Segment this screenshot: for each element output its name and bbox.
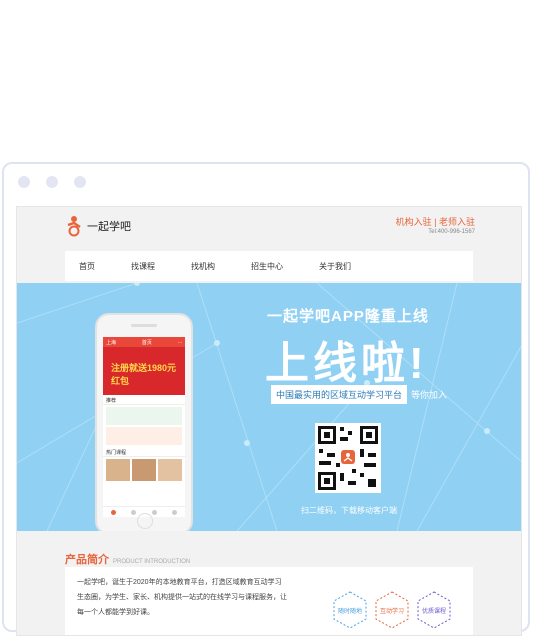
feature-label: 互动学习 — [379, 608, 404, 615]
site-header: 一起学吧 机构入驻 | 老师入驻 Tel:400-996-1567 — [17, 207, 521, 251]
feature-label: 随时随地 — [337, 608, 362, 615]
phone-home-button — [137, 513, 153, 529]
phone-row: 推荐 — [103, 395, 185, 405]
website-page: 一起学吧 机构入驻 | 老师入驻 Tel:400-996-1567 首页 找课程… — [16, 206, 522, 636]
nav-item-about[interactable]: 关于我们 — [319, 261, 351, 272]
header-phone: Tel:400-996-1567 — [428, 229, 475, 235]
header-links[interactable]: 机构入驻 | 老师入驻 — [396, 215, 475, 228]
phone-card — [106, 407, 182, 425]
phone-card — [106, 427, 182, 445]
nav-item-courses[interactable]: 找课程 — [131, 261, 155, 272]
qr-caption: 扫二维码，下载移动客户端 — [301, 506, 397, 515]
window-dot-minimize[interactable] — [46, 176, 58, 188]
phone-image — [132, 459, 156, 481]
phone-image — [106, 459, 130, 481]
product-intro-title: 产品简介 — [65, 554, 109, 566]
qr-code-icon — [318, 426, 378, 490]
feature-label: 优质课程 — [421, 608, 446, 615]
phone-red-banner: 注册就送1980元红包 — [103, 347, 185, 395]
phone-city: 上海 — [106, 340, 117, 346]
browser-frame: 一起学吧 机构入驻 | 老师入驻 Tel:400-996-1567 首页 找课程… — [2, 162, 530, 636]
main-nav: 首页 找课程 找机构 招生中心 关于我们 — [65, 251, 473, 281]
banner-subtitle-highlight: 中国最实用的区域互动学习平台 — [271, 385, 408, 404]
logo-icon — [67, 216, 81, 237]
banner-subtitle: 中国最实用的区域互动学习平台 等你加入 — [271, 385, 447, 404]
phone-row: 热门课程 — [103, 447, 185, 457]
qr-code[interactable] — [315, 423, 381, 493]
phone-tab-home-icon — [110, 509, 116, 515]
logo-text: 一起学吧 — [87, 221, 131, 233]
phone-image-row — [106, 459, 182, 481]
phone-screen: 上海 首页 ... 注册就送1980元红包 推荐 热门课程 — [103, 337, 185, 517]
nav-item-institutions[interactable]: 找机构 — [191, 261, 215, 272]
banner-subtitle-text: 等你加入 — [411, 390, 448, 400]
app-banner[interactable]: 上海 首页 ... 注册就送1980元红包 推荐 热门课程 一起学吧APP隆重上… — [17, 283, 521, 531]
banner-title: 一起学吧APP隆重上线 — [267, 308, 429, 325]
phone-tab-icon — [131, 509, 137, 515]
window-controls — [18, 176, 86, 188]
window-dot-close[interactable] — [18, 176, 30, 188]
phone-mockup: 上海 首页 ... 注册就送1980元红包 推荐 热门课程 — [95, 313, 193, 531]
phone-title: 首页 — [141, 340, 152, 346]
product-intro-title-en: PRODUCT INTRODUCTION — [113, 559, 191, 565]
phone-more: ... — [177, 339, 182, 345]
nav-item-enrollment[interactable]: 招生中心 — [251, 261, 283, 272]
product-intro-heading: 产品简介 PRODUCT INTRODUCTION — [65, 551, 190, 567]
nav-item-home[interactable]: 首页 — [79, 261, 95, 272]
banner-headline: 上线啦! — [265, 339, 428, 388]
phone-tab-icon — [151, 509, 157, 515]
feature-hex-3: 优质课程 — [417, 591, 451, 629]
phone-red-banner-text: 注册就送1980元红包 — [111, 363, 177, 386]
phone-image — [158, 459, 182, 481]
phone-speaker — [131, 324, 157, 327]
window-dot-maximize[interactable] — [74, 176, 86, 188]
product-intro-panel: 一起学吧，诞生于2020年的本地教育平台，打造区域教育互动学习生态圈，为学生、家… — [65, 567, 473, 635]
phone-app-header: 上海 首页 ... — [103, 337, 185, 347]
feature-hex-1: 随时随地 — [333, 591, 367, 629]
feature-hex-2: 互动学习 — [375, 591, 409, 629]
phone-tab-icon — [172, 509, 178, 515]
product-intro-text: 一起学吧，诞生于2020年的本地教育平台，打造区域教育互动学习生态圈，为学生、家… — [77, 579, 287, 616]
site-logo[interactable]: 一起学吧 — [65, 215, 131, 237]
